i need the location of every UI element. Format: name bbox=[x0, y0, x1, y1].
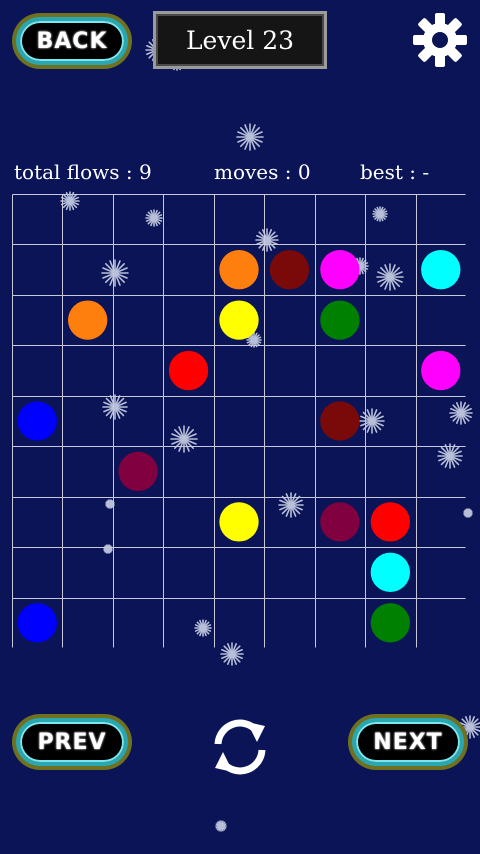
moves-text: moves : 0 bbox=[214, 160, 311, 184]
game-board[interactable] bbox=[12, 194, 466, 648]
flow-dot[interactable] bbox=[118, 451, 158, 492]
flow-dot[interactable] bbox=[370, 502, 411, 542]
flow-dot[interactable] bbox=[370, 603, 411, 643]
back-button[interactable]: BACK bbox=[12, 13, 132, 69]
best-text: best : - bbox=[360, 160, 430, 184]
flow-dot[interactable] bbox=[370, 552, 411, 593]
flow-dot[interactable] bbox=[67, 300, 108, 340]
flow-dot[interactable] bbox=[219, 502, 259, 542]
flow-dot[interactable] bbox=[219, 249, 259, 290]
flow-dot[interactable] bbox=[320, 502, 360, 542]
flow-dot[interactable] bbox=[320, 401, 360, 441]
flow-dot[interactable] bbox=[421, 249, 461, 290]
flow-dot[interactable] bbox=[168, 350, 209, 391]
back-button-label: BACK bbox=[20, 21, 124, 61]
flow-dot[interactable] bbox=[269, 249, 310, 290]
prev-button[interactable]: PREV bbox=[12, 714, 132, 770]
level-indicator: Level 23 bbox=[153, 11, 327, 69]
flow-dot[interactable] bbox=[320, 249, 360, 290]
flow-dot[interactable] bbox=[17, 603, 57, 643]
next-button[interactable]: NEXT bbox=[348, 714, 468, 770]
flow-dot[interactable] bbox=[320, 300, 360, 340]
prev-button-label: PREV bbox=[20, 722, 124, 762]
gear-icon[interactable] bbox=[413, 13, 467, 67]
restart-icon[interactable] bbox=[207, 714, 273, 780]
next-button-label: NEXT bbox=[356, 722, 460, 762]
total-flows-text: total flows : 9 bbox=[14, 160, 152, 184]
flow-dot[interactable] bbox=[219, 300, 259, 340]
flow-dot[interactable] bbox=[421, 350, 461, 391]
flow-dot[interactable] bbox=[17, 401, 57, 441]
